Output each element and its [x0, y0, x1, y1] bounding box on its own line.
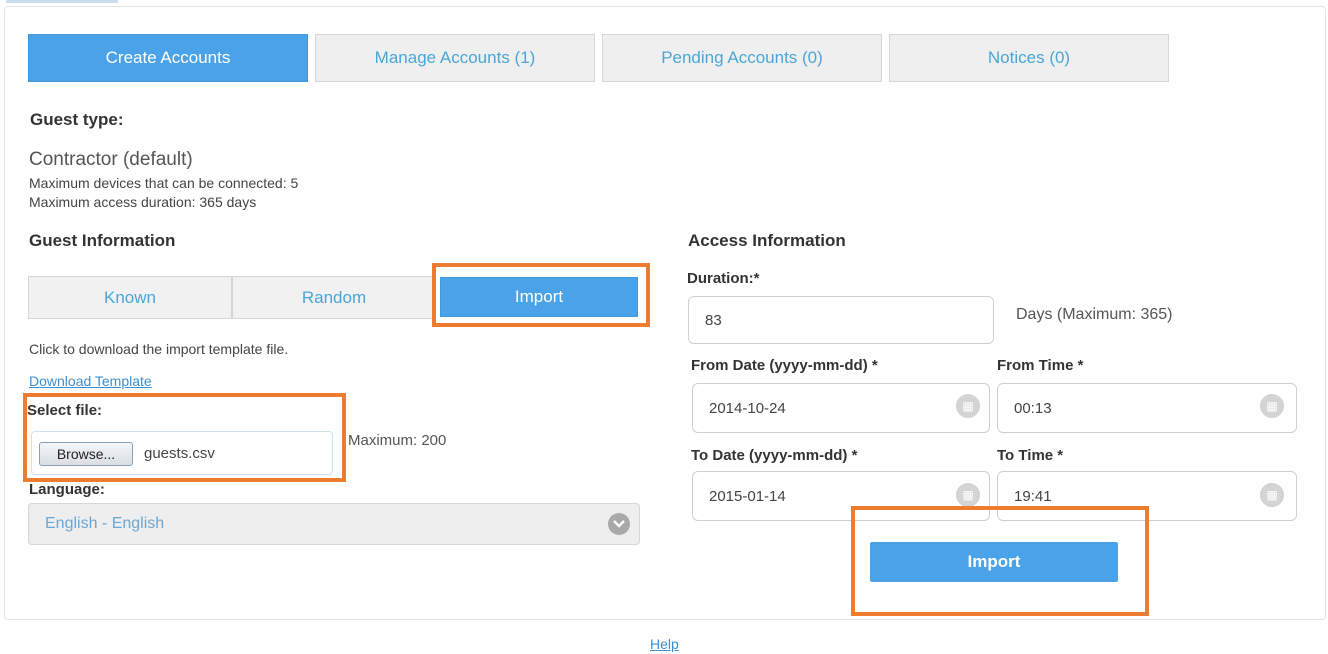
select-file-highlight [23, 393, 346, 482]
from-time-label: From Time * [997, 357, 1084, 374]
max-duration-text: Maximum access duration: 365 days [29, 194, 257, 210]
from-time-input[interactable]: 00:13 [997, 383, 1297, 433]
language-label: Language: [29, 481, 105, 498]
chevron-down-icon[interactable] [608, 513, 630, 535]
guest-type-heading: Guest type: [30, 110, 124, 129]
download-hint-text: Click to download the import template fi… [29, 341, 289, 357]
language-select[interactable]: English - English [28, 503, 640, 545]
mode-random-button[interactable]: Random [232, 276, 436, 319]
import-button-highlight [851, 506, 1149, 616]
clock-icon[interactable]: ▦ [1260, 394, 1284, 418]
top-accent-bar [6, 0, 118, 3]
import-mode-highlight [432, 263, 650, 327]
duration-note: Days (Maximum: 365) [1016, 306, 1173, 323]
help-link[interactable]: Help [650, 636, 679, 652]
mode-known-button[interactable]: Known [28, 276, 232, 319]
duration-label: Duration:* [687, 270, 760, 287]
max-devices-text: Maximum devices that can be connected: 5 [29, 175, 299, 191]
calendar-icon[interactable]: ▦ [956, 394, 980, 418]
from-date-input[interactable]: 2014-10-24 [692, 383, 990, 433]
clock-icon[interactable]: ▦ [1260, 483, 1284, 507]
tab-notices[interactable]: Notices (0) [889, 34, 1169, 82]
guest-information-heading: Guest Information [29, 231, 176, 250]
language-value: English - English [45, 515, 165, 532]
calendar-icon[interactable]: ▦ [956, 483, 980, 507]
duration-input[interactable]: 83 [688, 296, 994, 344]
tab-create-accounts[interactable]: Create Accounts [28, 34, 308, 82]
guest-type-name: Contractor (default) [29, 149, 193, 170]
tab-manage-accounts[interactable]: Manage Accounts (1) [315, 34, 595, 82]
to-date-label: To Date (yyyy-mm-dd) * [691, 447, 858, 464]
from-date-label: From Date (yyyy-mm-dd) * [691, 357, 878, 374]
to-time-label: To Time * [997, 447, 1064, 464]
access-information-heading: Access Information [688, 231, 846, 250]
max-import-note: Maximum: 200 [348, 432, 447, 449]
tab-pending-accounts[interactable]: Pending Accounts (0) [602, 34, 882, 82]
download-template-link[interactable]: Download Template [29, 373, 152, 389]
